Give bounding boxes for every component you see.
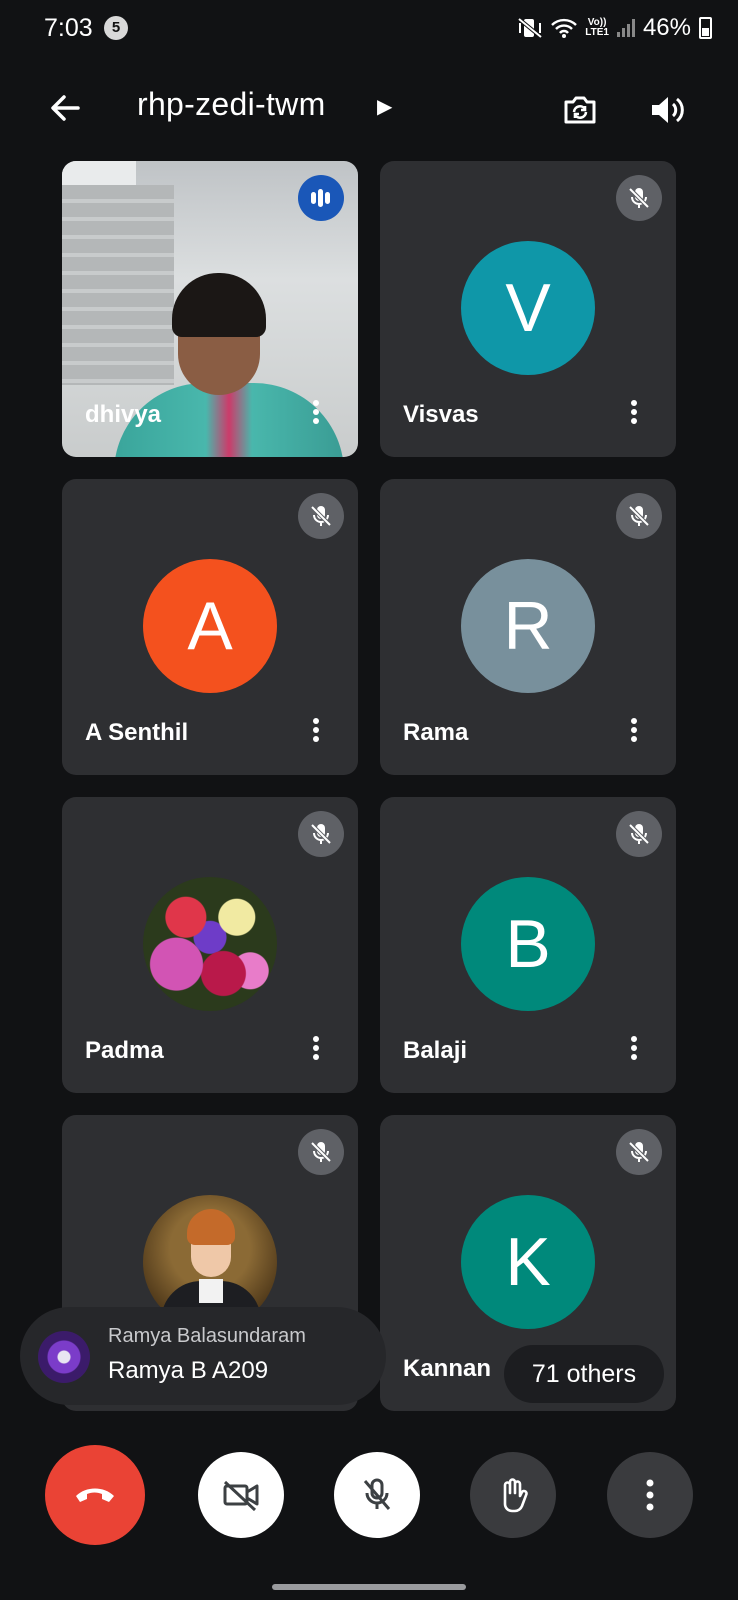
avatar-photo [143, 877, 277, 1011]
mic-toggle-button[interactable] [334, 1452, 420, 1538]
status-time: 7:03 [44, 14, 93, 42]
participant-name: Kannan [403, 1355, 492, 1382]
mic-muted-icon [616, 811, 662, 857]
more-vert-icon[interactable] [626, 397, 642, 431]
video-off-icon [223, 1480, 259, 1511]
wifi-icon [551, 18, 578, 38]
mic-muted-icon [616, 175, 662, 221]
camera-toggle-button[interactable] [198, 1452, 284, 1538]
signal-bars-icon [616, 19, 635, 37]
avatar: B [461, 877, 595, 1011]
participant-tile-balaji[interactable]: B Balaji [380, 797, 676, 1093]
participant-name: A Senthil [85, 719, 189, 746]
meeting-header: rhp-zedi-twm ▶ [0, 70, 738, 146]
notification-count-badge: 5 [104, 16, 128, 40]
mic-muted-icon [616, 493, 662, 539]
participant-name: Visvas [403, 401, 479, 428]
participant-tile-visvas[interactable]: V Visvas [380, 161, 676, 457]
participant-name: dhivya [85, 401, 162, 428]
more-vert-icon [646, 1479, 654, 1511]
mic-muted-icon [616, 1129, 662, 1175]
hand-icon [503, 1478, 528, 1513]
more-vert-icon[interactable] [626, 1033, 642, 1067]
participant-tile-dhivya[interactable]: dhivya [62, 161, 358, 457]
participant-tile-a-senthil[interactable]: A A Senthil [62, 479, 358, 775]
speaking-indicator-icon [298, 175, 344, 221]
more-vert-icon[interactable] [626, 715, 642, 749]
chevron-right-icon[interactable]: ▶ [377, 94, 392, 119]
meeting-code-title[interactable]: rhp-zedi-twm [137, 86, 326, 123]
participant-name: Rama [403, 719, 469, 746]
participant-tile-rama[interactable]: R Rama [380, 479, 676, 775]
avatar: K [461, 1195, 595, 1329]
end-call-button[interactable] [45, 1445, 145, 1545]
chat-message-toast[interactable]: Ramya Balasundaram Ramya B A209 [20, 1307, 386, 1405]
more-options-button[interactable] [607, 1452, 693, 1538]
phone-hangup-icon [76, 1488, 114, 1502]
battery-percent: 46% [642, 14, 691, 41]
vibrate-mute-icon [517, 17, 543, 39]
avatar: R [461, 559, 595, 693]
avatar-photo [38, 1331, 90, 1383]
mic-off-icon [363, 1478, 391, 1510]
more-vert-icon[interactable] [308, 715, 324, 749]
mic-muted-icon [298, 811, 344, 857]
participant-name: Balaji [403, 1037, 468, 1064]
status-bar: 7:03 5 Vo)) LTE1 46% [0, 0, 738, 58]
toast-sender-name: Ramya Balasundaram [108, 1325, 306, 1347]
status-icons: Vo)) LTE1 46% [517, 14, 712, 42]
toast-message-text: Ramya B A209 [108, 1357, 269, 1384]
switch-camera-icon[interactable] [558, 88, 602, 132]
mic-muted-icon [298, 1129, 344, 1175]
more-vert-icon[interactable] [308, 397, 324, 431]
battery-icon [699, 17, 712, 39]
avatar: A [143, 559, 277, 693]
participant-name: Padma [85, 1037, 164, 1064]
more-vert-icon[interactable] [308, 1033, 324, 1067]
raise-hand-button[interactable] [470, 1452, 556, 1538]
home-indicator[interactable] [272, 1584, 466, 1590]
participant-tile-padma[interactable]: Padma [62, 797, 358, 1093]
avatar: V [461, 241, 595, 375]
volte-lte-indicator: Vo)) LTE1 [585, 17, 609, 38]
speaker-icon[interactable] [647, 90, 687, 130]
back-arrow-icon[interactable] [44, 88, 88, 128]
mic-muted-icon [298, 493, 344, 539]
others-count-button[interactable]: 71 others [504, 1345, 664, 1403]
